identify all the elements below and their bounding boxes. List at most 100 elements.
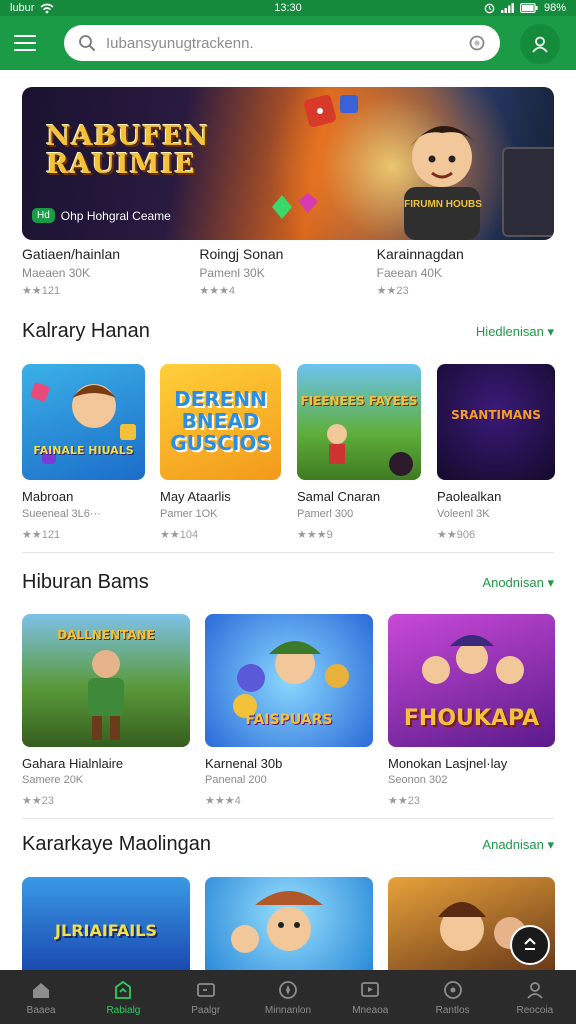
section-divider [22,818,554,819]
game-tile[interactable]: DALLNENTANE [22,614,190,747]
nav-games[interactable]: Paalgr [165,970,247,1024]
item-rating: ★★906 [437,529,476,541]
featured-banner[interactable]: NABUFEN RAUIMIE FIRUMN HOUBS Hd Ohp Hohg… [22,87,554,240]
section-title: Kararkaye Maolingan [22,833,211,855]
item-sub: Sueeneal 3L6··· [22,508,101,520]
section-more-link[interactable]: Hiedlenisan ▾ [476,324,554,340]
item-rating: ★★121 [22,529,61,541]
item-title: Samal Cnaran [297,489,381,504]
scroll-up-icon [524,937,536,950]
character-icon [30,382,136,464]
search-bar[interactable] [64,25,500,61]
banner-item-sub: Pamenl 30K [199,266,265,280]
clock: 13:30 [274,2,302,14]
hero-character-icon [404,125,480,240]
banner-item-rating: ★★23 [376,285,409,297]
banner-badge: Hd [32,208,55,223]
banner-item-sub: Maeaen 30K [22,266,91,280]
hamburger-icon [14,35,36,37]
store-icon [115,980,132,999]
item-rating: ★★★4 [205,795,241,807]
search-icon [79,35,95,51]
banner-logo: NABUFEN RAUIMIE [46,123,209,179]
game-tile[interactable]: FAINALE HIUALS [22,364,145,480]
hamburger-line [14,49,36,51]
tile-art-text: FAINALE HIUALS [33,444,134,457]
banner-items-row: Gatiaen/hainlan Maeaen 30K ★★121 Roingj … [22,246,554,297]
item-title: Paolealkan [437,489,502,504]
banner-item-title: Karainnagdan [376,246,464,262]
section-more-link[interactable]: Anodnisan ▾ [482,575,554,591]
status-bar: lubur 13:30 98% [0,0,576,16]
game-tile[interactable]: FHOUKAPA [388,614,555,747]
bottom-nav: Baaea Rabialg Paalgr Minnanlon Mneaoa Ra… [0,970,576,1024]
hero-shirt-text: FIRUMN HOUBS [404,199,482,210]
nav-label: Rantlos [435,1004,470,1016]
item-sub: Samere 20K [22,774,84,786]
banner-item-title: Gatiaen/hainlan [22,246,121,262]
section-title: Kalrary Hanan [22,320,150,342]
game-tile[interactable] [205,877,373,970]
nav-label: Rabialg [106,1004,141,1016]
item-sub: Voleenl 3K [437,508,490,520]
game-tile[interactable]: JLRIAIFAILS [22,877,190,970]
account-button[interactable] [520,24,560,64]
circle-icon [443,980,462,999]
floating-action-button[interactable] [510,925,550,965]
item-rating: ★★23 [388,795,420,807]
nav-rentals[interactable]: Rantlos [411,970,493,1024]
banner-item[interactable]: Karainnagdan Faeean 40K ★★23 [377,246,554,297]
section-header: Hiburan Bams Anodnisan ▾ [22,571,554,594]
item-rating: ★★★9 [297,529,333,541]
item-title: Mabroan [22,489,74,504]
home-icon [33,982,50,998]
arcade-machine-icon [502,147,554,237]
game-tile[interactable]: FAISPUARS [205,614,373,747]
tile-art-text: DERENN BNEAD GUSCIOS [170,387,271,455]
item-title: Karnenal 30b [205,756,283,771]
nav-label: Minnanlon [264,1004,312,1016]
nav-profile[interactable]: Reocoia [494,970,576,1024]
hamburger-line [14,42,36,44]
tile-art-text: FHOUKAPA [403,706,540,731]
nav-label: Paalgr [191,1004,221,1016]
search-input[interactable] [106,34,468,52]
item-rating: ★★23 [22,795,54,807]
item-sub: Seonon 302 [388,774,448,786]
tile-art-text: FAISPUARS [245,712,333,728]
voice-search-icon[interactable] [468,34,486,52]
item-title: Gahara Hialnlaire [22,756,124,771]
game-tile[interactable]: SRANTIMANS [437,364,555,480]
nav-explore[interactable]: Minnanlon [247,970,329,1024]
character-icon [231,891,323,953]
item-sub: Pamer 1OK [160,508,218,520]
nav-label: Reocoia [516,1004,554,1016]
section-header: Kalrary Hanan Hiedlenisan ▾ [22,320,554,343]
nav-home[interactable]: Baaea [0,970,82,1024]
account-icon [532,36,548,53]
item-title: May Ataarlis [160,489,231,504]
item-sub: Pamerl 300 [297,508,354,520]
banner-item[interactable]: Gatiaen/hainlan Maeaen 30K ★★121 [22,246,199,297]
nav-label: Mneaoa [352,1004,389,1016]
banner-item-rating: ★★121 [22,285,61,297]
section-title: Hiburan Bams [22,571,149,593]
section-divider [22,552,554,553]
nav-label: Baaea [26,1004,56,1016]
menu-button[interactable] [14,27,46,59]
banner-item-rating: ★★★4 [199,285,236,297]
section-more-link[interactable]: Anadnisan ▾ [482,837,554,853]
section-header: Kararkaye Maolingan Anadnisan ▾ [22,833,554,856]
banner-item-sub: Faeean 40K [376,266,443,280]
compass-icon [279,980,297,999]
game-tile[interactable]: DERENN BNEAD GUSCIOS [160,364,281,480]
nav-media[interactable]: Mneaoa [329,970,411,1024]
banner-caption-text: Ohp Hohgral Ceame [60,208,171,223]
game-tile[interactable]: FIEENEES FAYEES [297,364,421,480]
item-rating: ★★104 [160,529,199,541]
character-icon [327,424,413,476]
banner-item[interactable]: Roingj Sonan Pamenl 30K ★★★4 [199,246,376,297]
nav-store[interactable]: Rabialg [82,970,164,1024]
banner-logo-line1: NABUFEN [46,121,210,152]
app-bar [0,16,576,70]
